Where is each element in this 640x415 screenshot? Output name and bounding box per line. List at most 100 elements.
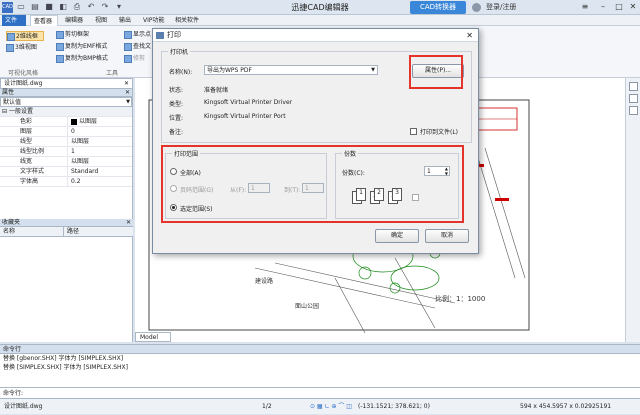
print-to-file-label[interactable]: 打印到文件(L) xyxy=(420,127,458,136)
printer-name-select[interactable]: 导出为WPS PDF ▼ xyxy=(204,65,378,75)
collapse-icon[interactable]: ⊟ xyxy=(2,108,7,115)
title-bar: CAD ▭ ▤ ■ ◧ ⎙ ↶ ↷ ▾ 迅捷CAD编辑器 CAD转换器 登录/注… xyxy=(0,0,640,15)
general-settings-group[interactable]: ⊟ 一般设置 xyxy=(0,107,132,117)
search-icon xyxy=(124,42,132,51)
property-row[interactable]: 线型 以图层 xyxy=(0,137,132,147)
find-text-button[interactable]: 查找文 xyxy=(124,42,151,52)
dialog-close-icon[interactable]: ✕ xyxy=(466,29,473,42)
command-log-line: 替换 [gbenor.SHX] 字体为 [SIMPLEX.SHX] xyxy=(3,355,124,362)
chevron-down-icon: ▼ xyxy=(371,67,375,73)
maximize-icon[interactable]: □ xyxy=(612,1,626,13)
minimize-icon[interactable]: – xyxy=(596,1,610,13)
status-page: 1/2 xyxy=(262,403,272,410)
menu-related-software[interactable]: 相关软件 xyxy=(172,15,204,26)
wireframe-icon xyxy=(7,32,15,41)
property-value[interactable]: Standard xyxy=(68,167,132,176)
login-link[interactable]: 登录/注册 xyxy=(486,2,516,12)
property-row[interactable]: 图层 0 xyxy=(0,127,132,137)
menu-view[interactable]: 视图 xyxy=(92,15,112,26)
pin-icon[interactable]: ✕ xyxy=(125,89,130,97)
property-key: 色彩 xyxy=(0,117,68,126)
menu-editor[interactable]: 编辑器 xyxy=(62,15,88,26)
view-3d-button[interactable]: 3维视图 xyxy=(6,43,44,53)
property-row[interactable]: 文字样式 Standard xyxy=(0,167,132,177)
column-path[interactable]: 路径 xyxy=(64,227,79,236)
copy-icon xyxy=(56,42,64,51)
trim-button[interactable]: 修剪 xyxy=(124,54,145,64)
close-favorites-icon[interactable]: ✕ xyxy=(126,219,131,227)
doc-tab-label: 设计图纸.dwg xyxy=(4,80,43,87)
property-row[interactable]: 色彩 以图层 xyxy=(0,117,132,127)
zoom-window-icon[interactable] xyxy=(629,94,638,103)
property-value[interactable]: 以图层 xyxy=(68,117,132,126)
dialog-title: 打印 xyxy=(167,31,181,39)
scissors-icon xyxy=(56,30,64,39)
range-to-input[interactable]: 1 xyxy=(302,183,324,193)
color-swatch-icon xyxy=(71,118,77,125)
range-from-label: 从(F): xyxy=(230,187,247,194)
range-from-input[interactable]: 1 xyxy=(248,183,270,193)
property-row[interactable]: 线宽 以图层 xyxy=(0,157,132,167)
property-value[interactable]: 0.2 xyxy=(68,177,132,186)
print-dialog: 打印 ✕ 打印机 名称(N): 导出为WPS PDF ▼ 属性(P)... 状态:… xyxy=(152,28,479,254)
properties-title-label: 属性 xyxy=(2,89,15,96)
properties-selector[interactable]: 默认值 ▼ xyxy=(0,97,132,107)
range-all-label[interactable]: 全部(A) xyxy=(180,168,201,177)
property-value[interactable]: 0 xyxy=(68,127,132,136)
menu-file[interactable]: 文件 xyxy=(2,15,26,26)
print-to-file-checkbox[interactable] xyxy=(410,128,417,135)
cancel-button[interactable]: 取消 xyxy=(425,229,469,243)
range-all-radio[interactable] xyxy=(170,168,177,175)
property-row[interactable]: 字体高 0.2 xyxy=(0,177,132,187)
drawing-road-label: 建设路 xyxy=(255,277,273,285)
printer-where-label: 位置: xyxy=(169,115,184,122)
menu-vip[interactable]: VIP功能 xyxy=(140,15,168,26)
menu-output[interactable]: 输出 xyxy=(116,15,136,26)
property-key: 图层 xyxy=(0,127,68,136)
range-selection-radio[interactable] xyxy=(170,204,177,211)
avatar-icon[interactable] xyxy=(472,3,481,12)
property-key: 文字样式 xyxy=(0,167,68,176)
property-rows: 色彩 以图层 图层 0 线型 以图层 线型比例 1 线宽 以图层 文字样式 Standard 字体高 0.… xyxy=(0,117,132,187)
property-key: 线型比例 xyxy=(0,147,68,156)
copy-bmp-button[interactable]: 复制为BMP格式 xyxy=(56,54,108,64)
wireframe-2d-button[interactable]: 2维线框 xyxy=(6,31,44,41)
command-log-line: 替换 [SIMPLEX.SHX] 字体为 [SIMPLEX.SHX] xyxy=(3,364,128,371)
printer-name-value: 导出为WPS PDF xyxy=(207,67,252,74)
show-points-button[interactable]: 显示点 xyxy=(124,30,151,40)
range-pages-label[interactable]: 页码范围(G) xyxy=(180,185,213,194)
cad-converter-button[interactable]: CAD转换器 xyxy=(410,1,466,14)
property-value[interactable]: 1 xyxy=(68,147,132,156)
copy-emf-button[interactable]: 复制为EMF格式 xyxy=(56,42,107,52)
printer-where-value: Kingsoft Virtual Printer Port xyxy=(204,113,286,120)
doc-tab[interactable]: 设计图纸.dwg ✕ xyxy=(0,78,133,89)
property-value[interactable]: 以图层 xyxy=(68,137,132,146)
print-range-group: 打印范围 全部(A) 页码范围(G) 从(F): 1 到(T): 1 选定范围(… xyxy=(165,149,327,219)
property-value[interactable]: 以图层 xyxy=(68,157,132,166)
copies-stepper[interactable]: 1 ▲ ▼ xyxy=(424,166,450,176)
zoom-extents-icon[interactable] xyxy=(629,82,638,91)
collate-checkbox[interactable] xyxy=(412,194,419,201)
properties-title: 属性 ✕ xyxy=(0,89,132,97)
close-tab-icon[interactable]: ✕ xyxy=(124,79,129,89)
stepper-arrows-icon[interactable]: ▲ ▼ xyxy=(445,166,448,176)
printer-type-value: Kingsoft Virtual Printer Driver xyxy=(204,99,293,106)
snap-icons[interactable]: ⊙ ▦ ∟ ⊕ ⌒ ◫ xyxy=(310,399,352,415)
range-selection-label[interactable]: 选定范围(S) xyxy=(180,204,213,213)
command-title: 命令行 xyxy=(0,345,640,354)
copy-bmp-label: 复制为BMP格式 xyxy=(65,55,108,62)
clip-frame-button[interactable]: 剪切框架 xyxy=(56,30,89,40)
drawing-scale-label: 比例：1：1000 xyxy=(435,294,485,303)
pan-icon[interactable] xyxy=(629,106,638,115)
command-area: 命令行 替换 [gbenor.SHX] 字体为 [SIMPLEX.SHX] 替换… xyxy=(0,344,640,398)
close-icon[interactable]: ✕ xyxy=(626,1,640,13)
menu-icon[interactable]: ≡ xyxy=(578,1,592,13)
range-pages-radio[interactable] xyxy=(170,185,177,192)
copies-legend: 份数 xyxy=(342,149,359,158)
column-name[interactable]: 名称 xyxy=(0,227,64,236)
ok-button[interactable]: 确定 xyxy=(375,229,419,243)
property-row[interactable]: 线型比例 1 xyxy=(0,147,132,157)
range-to-label: 到(T): xyxy=(284,187,301,194)
model-tab[interactable]: Model xyxy=(135,332,171,342)
menu-viewer[interactable]: 查看器 xyxy=(30,15,58,26)
